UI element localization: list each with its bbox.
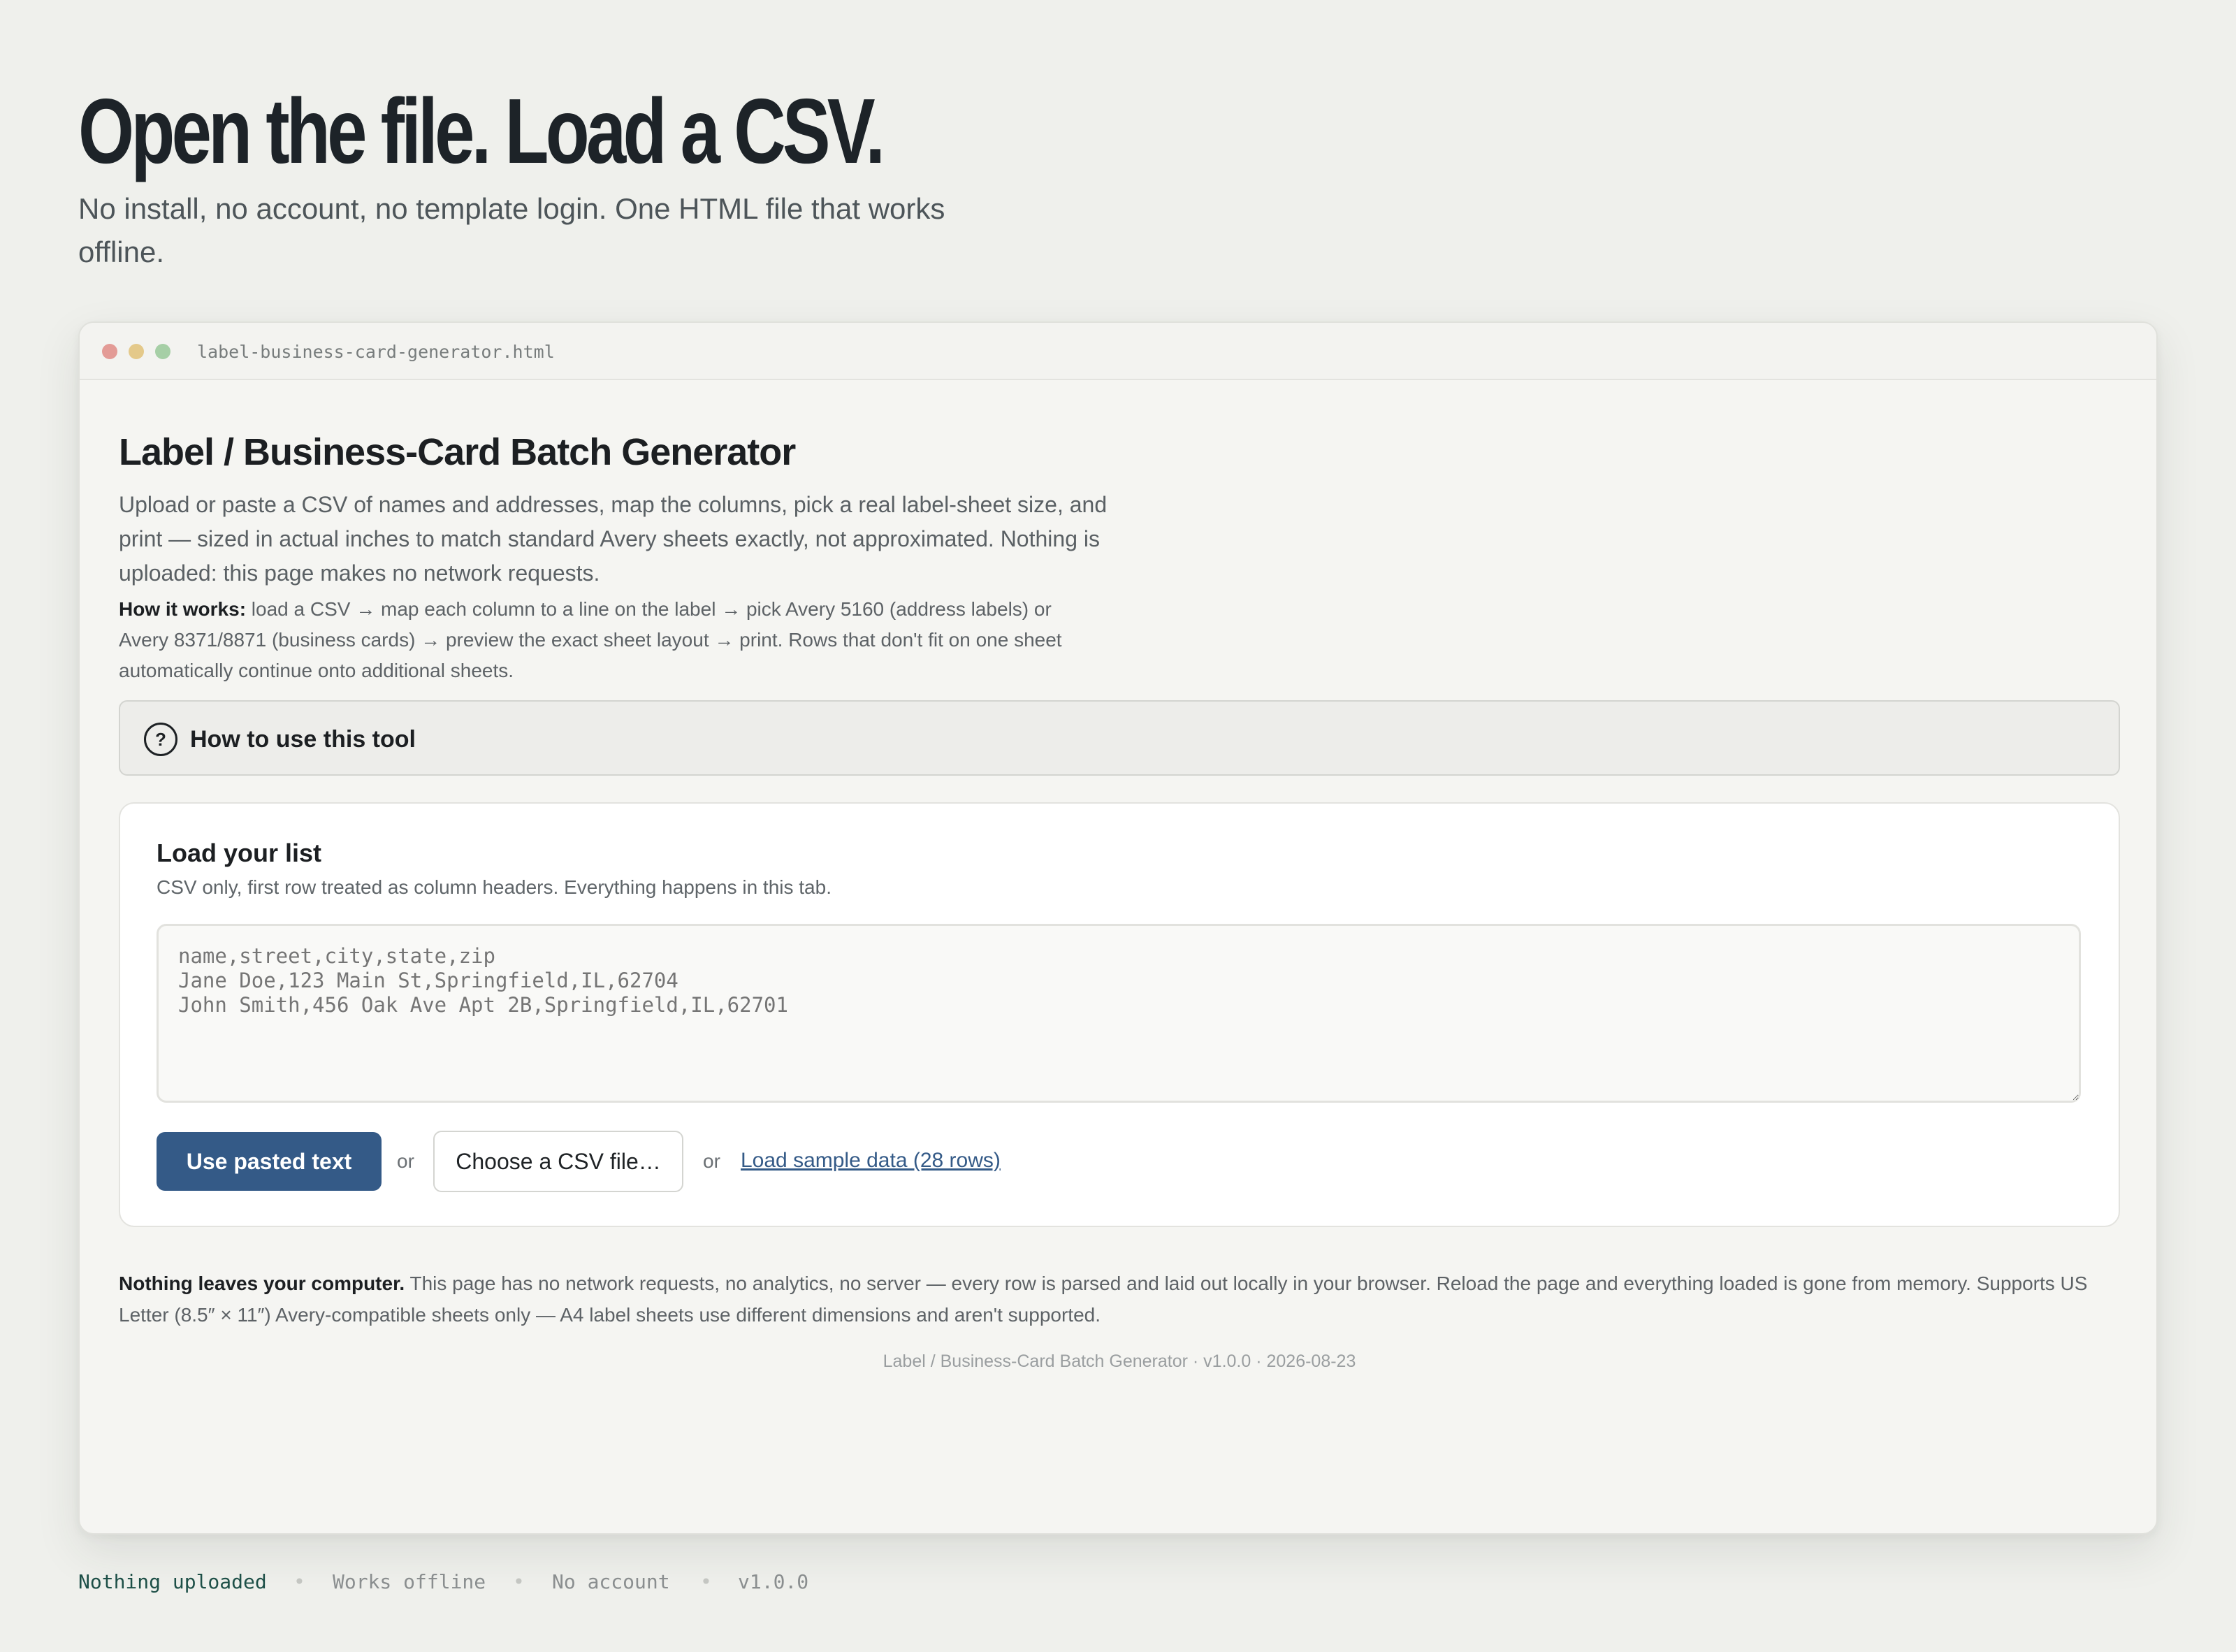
hero-subtitle: No install, no account, no template logi… (78, 192, 945, 268)
footer-nothing-uploaded: Nothing uploaded (78, 1570, 267, 1593)
window-titlebar: label-business-card-generator.html (80, 323, 2156, 380)
how-it-works-text: load a CSV → map each column to a line o… (119, 598, 1062, 681)
hero-title: Open the file. Load a CSV. (78, 80, 885, 182)
how-to-use-toggle[interactable]: ? How to use this tool (119, 700, 2120, 776)
maximize-dot-icon (155, 344, 170, 359)
privacy-note-text: This page has no network requests, no an… (119, 1273, 2088, 1326)
footer-version: v1.0.0 (738, 1570, 809, 1593)
how-to-use-label: How to use this tool (190, 726, 416, 753)
app-description: Upload or paste a CSV of names and addre… (119, 492, 1108, 586)
how-it-works-label: How it works: (119, 598, 247, 620)
footer-separator: • (293, 1570, 305, 1593)
how-it-works: How it works: load a CSV → map each colu… (119, 594, 1076, 686)
footer-separator: • (700, 1570, 712, 1593)
privacy-note-bold: Nothing leaves your computer. (119, 1273, 405, 1294)
version-line: Label / Business-Card Batch Generator · … (883, 1352, 1356, 1371)
csv-paste-input[interactable] (157, 924, 2081, 1103)
or-separator: or (397, 1150, 414, 1172)
footer-works-offline: Works offline (333, 1570, 486, 1593)
load-list-title: Load your list (157, 839, 322, 867)
app-title: Label / Business-Card Batch Generator (119, 431, 796, 473)
close-dot-icon (102, 344, 117, 359)
app-window: label-business-card-generator.html Label… (78, 321, 2158, 1535)
use-pasted-text-button[interactable]: Use pasted text (157, 1132, 382, 1191)
question-circle-icon: ? (144, 723, 177, 756)
load-list-card: Load your list CSV only, first row treat… (119, 802, 2120, 1227)
minimize-dot-icon (129, 344, 144, 359)
footer-no-account: No account (552, 1570, 670, 1593)
load-list-subtitle: CSV only, first row treated as column he… (157, 876, 832, 898)
footer-separator: • (513, 1570, 525, 1593)
window-filename: label-business-card-generator.html (197, 342, 555, 362)
load-sample-data-link[interactable]: Load sample data (28 rows) (741, 1146, 1001, 1175)
page: Open the file. Load a CSV. No install, n… (0, 0, 2236, 1652)
choose-csv-file-button[interactable]: Choose a CSV file… (433, 1131, 683, 1192)
privacy-note: Nothing leaves your computer. This page … (119, 1268, 2120, 1331)
or-separator: or (703, 1150, 720, 1172)
